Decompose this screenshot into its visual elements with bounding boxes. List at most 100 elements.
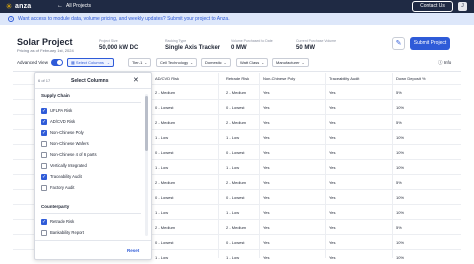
reset-button[interactable]: Reset	[127, 241, 139, 261]
checkbox-checked[interactable]: ✓	[41, 173, 47, 180]
column-option[interactable]: ✓ UFLPA Risk	[41, 106, 72, 115]
cell-non-chinese-poly: Yes	[263, 240, 270, 245]
cell-non-chinese-poly: Yes	[263, 165, 270, 170]
checkbox[interactable]	[41, 184, 47, 191]
anza-logo-icon: ✳	[5, 1, 13, 11]
chevron-down-icon: ⌄	[301, 61, 305, 65]
pricing-date: Pricing as of February 1st, 2024	[17, 48, 74, 53]
column-option[interactable]: ✓ Traceability Audit	[41, 172, 82, 181]
cell-down-deposit: 5%	[396, 120, 402, 125]
panel-footer: Reset	[35, 240, 151, 260]
info-toggle[interactable]: ⓘ Info	[438, 58, 451, 67]
checkbox-checked[interactable]: ✓	[41, 107, 47, 114]
advanced-view-label: Advanced View	[17, 60, 48, 65]
cell-adcvd-risk: 1 - Low	[155, 210, 169, 215]
cell-adcvd-risk: 1 - Low	[155, 255, 169, 260]
checkbox-checked[interactable]: ✓	[41, 218, 47, 225]
filter-cell-technology[interactable]: Cell Technology ⌄	[156, 58, 198, 67]
cell-traceability-audit: Yes	[329, 105, 336, 110]
cell-non-chinese-poly: Yes	[263, 255, 270, 260]
close-icon[interactable]: ✕	[133, 73, 139, 89]
cell-down-deposit: 10%	[396, 210, 405, 215]
cell-traceability-audit: Yes	[329, 150, 336, 155]
cell-traceability-audit: Yes	[329, 120, 336, 125]
advanced-view-toggle[interactable]	[51, 59, 63, 66]
info-circle-icon: ⓘ	[438, 60, 443, 65]
scrollbar-thumb[interactable]	[145, 96, 148, 151]
option-label: Non-Chinese Wafers	[50, 141, 89, 146]
columns-icon: ▦	[71, 60, 75, 65]
checkbox[interactable]	[41, 229, 47, 236]
filter-manufacturer[interactable]: Manufacturer ⌄	[272, 58, 309, 67]
cell-down-deposit: 5%	[396, 225, 402, 230]
user-avatar[interactable]: J	[458, 2, 467, 11]
selected-count: 6 of 17	[38, 78, 51, 83]
column-option[interactable]: Non-Chinese Wafers	[41, 139, 89, 148]
cell-down-deposit: 10%	[396, 255, 405, 260]
info-banner: i Want access to module data, volume pri…	[0, 13, 474, 25]
cell-retrade-risk: 0 - Lowest	[226, 240, 245, 245]
chevron-down-icon: ⌄	[190, 61, 194, 65]
cell-traceability-audit: Yes	[329, 180, 336, 185]
cell-down-deposit: 10%	[396, 195, 405, 200]
cell-traceability-audit: Yes	[329, 135, 336, 140]
cell-retrade-risk: 2 - Medium	[226, 180, 247, 185]
select-columns-panel: 6 of 17 Select Columns ✕ Supply Chain Co…	[34, 72, 152, 260]
top-bar: ✳ anza ← All Projects Contact Us J	[0, 0, 474, 13]
select-columns-dropdown[interactable]: ▦ Select Columns ⌄	[67, 58, 114, 67]
column-option[interactable]: Vertically Integrated	[41, 161, 87, 170]
cell-down-deposit: 10%	[396, 240, 405, 245]
column-option[interactable]: ✓ AD/CVD Risk	[41, 117, 75, 126]
cell-retrade-risk: 2 - Medium	[226, 120, 247, 125]
cell-traceability-audit: Yes	[329, 225, 336, 230]
checkbox[interactable]	[41, 140, 47, 147]
cell-adcvd-risk: 2 - Medium	[155, 225, 176, 230]
back-to-projects-link[interactable]: ← All Projects	[57, 2, 91, 11]
stat-volume-purchased: Volume Purchased to Date 0 MW	[231, 39, 273, 52]
col-header-adcvd-risk[interactable]: AD/CVD Risk	[155, 73, 179, 84]
checkbox[interactable]	[41, 151, 47, 158]
column-option[interactable]: Factory Audit	[41, 183, 74, 192]
cell-non-chinese-poly: Yes	[263, 180, 270, 185]
col-header-non-chinese-poly[interactable]: Non-Chinese Poly	[263, 73, 295, 84]
contact-us-button[interactable]: Contact Us	[412, 1, 453, 12]
filter-watt-class[interactable]: Watt Class ⌄	[236, 58, 269, 67]
banner-text[interactable]: Want access to module data, volume prici…	[18, 16, 230, 22]
cell-non-chinese-poly: Yes	[263, 210, 270, 215]
stat-value: 0 MW	[231, 45, 247, 51]
col-header-traceability-audit[interactable]: Traceability Audit	[329, 73, 359, 84]
cell-adcvd-risk: 0 - Lowest	[155, 240, 174, 245]
cell-traceability-audit: Yes	[329, 255, 336, 260]
cell-retrade-risk: 2 - Medium	[226, 225, 247, 230]
stat-value: 50,000 kW DC	[99, 45, 139, 51]
cell-retrade-risk: 1 - Low	[226, 165, 240, 170]
filter-label: Manufacturer	[276, 60, 300, 65]
stat-value: 50 MW	[296, 45, 316, 51]
column-option[interactable]: ✓ Non-Chinese Poly	[41, 128, 84, 137]
select-columns-label: Select Columns	[75, 60, 104, 65]
col-header-down-deposit[interactable]: Down Deposit %	[396, 73, 426, 84]
column-option[interactable]: ✓ Retrade Risk	[41, 217, 74, 226]
filter-tier1[interactable]: Tier-1 ⌄	[128, 58, 152, 67]
stat-current-volume: Current Purchase Volume 50 MW	[296, 39, 336, 52]
arrow-left-icon: ←	[57, 3, 63, 9]
checkbox-checked[interactable]: ✓	[41, 129, 47, 136]
col-header-retrade-risk[interactable]: Retrade Risk	[226, 73, 249, 84]
cell-adcvd-risk: 1 - Low	[155, 135, 169, 140]
checkbox-checked[interactable]: ✓	[41, 118, 47, 125]
column-option[interactable]: Non-Chinese 4 of 6 parts	[41, 150, 97, 159]
brand-logo[interactable]: ✳ anza	[5, 1, 32, 11]
edit-project-button[interactable]: ✎	[392, 37, 405, 50]
column-option[interactable]: Bankability Report	[41, 228, 84, 237]
option-label: Retrade Risk	[50, 219, 75, 224]
cell-down-deposit: 10%	[396, 135, 405, 140]
toggle-knob	[57, 60, 62, 65]
cell-adcvd-risk: 1 - Low	[155, 165, 169, 170]
option-label: AD/CVD Risk	[50, 119, 76, 124]
cell-adcvd-risk: 0 - Lowest	[155, 105, 174, 110]
submit-project-button[interactable]: Submit Project	[410, 37, 450, 50]
info-label: Info	[443, 60, 452, 65]
panel-scrollbar[interactable]	[145, 94, 148, 236]
checkbox[interactable]	[41, 162, 47, 169]
filter-domestic[interactable]: Domestic ⌄	[201, 58, 231, 67]
